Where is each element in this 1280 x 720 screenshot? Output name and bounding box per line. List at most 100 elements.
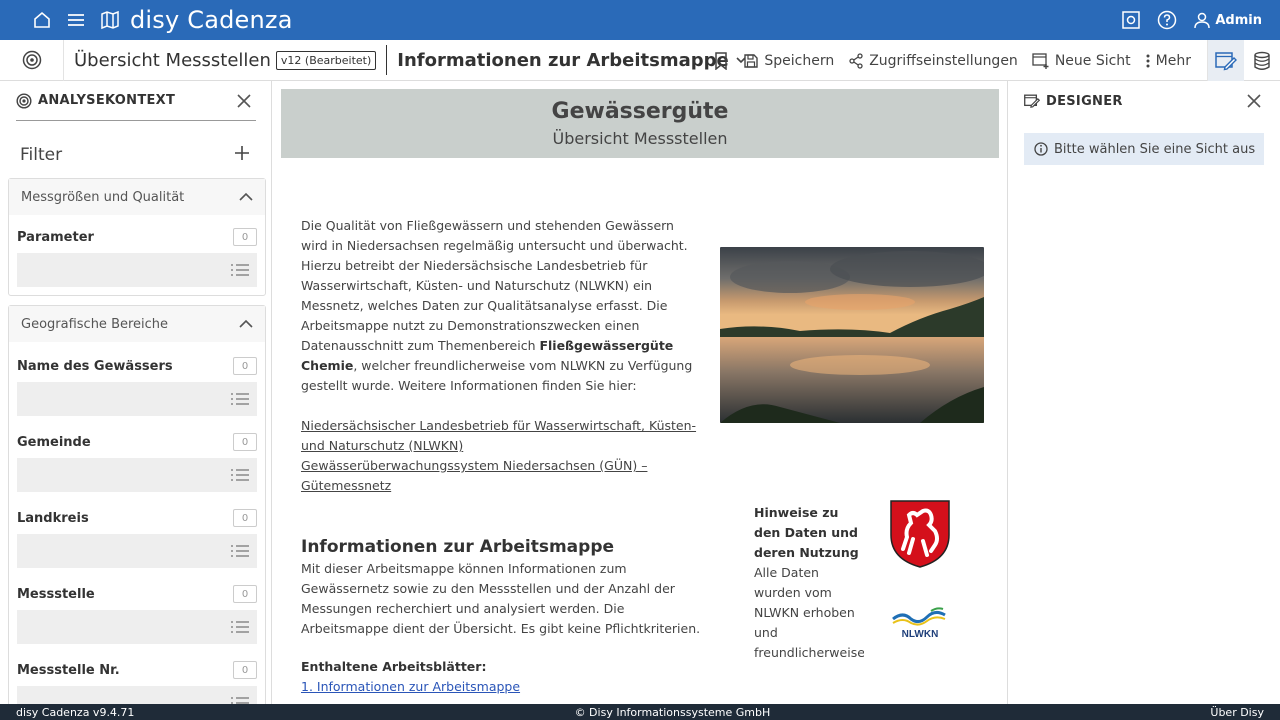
user-menu[interactable]: Admin bbox=[1193, 11, 1262, 29]
filter-label: Filter bbox=[20, 145, 63, 165]
filter-label: Messstelle Nr. bbox=[17, 662, 120, 678]
close-icon bbox=[1247, 94, 1261, 108]
filter-water-name: Name des Gewässers 0 bbox=[17, 356, 257, 416]
info-icon bbox=[1034, 142, 1048, 156]
workbook-title: Übersicht Messstellen bbox=[74, 49, 271, 71]
version-badge: v12 (Bearbeitet) bbox=[275, 50, 377, 70]
filter-group-title: Messgrößen und Qualität bbox=[21, 189, 185, 205]
help-icon[interactable] bbox=[1157, 10, 1177, 30]
designer-info-message: Bitte wählen Sie eine Sicht aus bbox=[1024, 133, 1264, 165]
access-settings-button[interactable]: Zugriffseinstellungen bbox=[848, 53, 1018, 69]
selection-count: 0 bbox=[233, 228, 257, 246]
filter-value-field[interactable] bbox=[17, 610, 257, 644]
gun-link[interactable]: Gewässerüberwachungssystem Niedersachsen… bbox=[301, 456, 701, 496]
edit-view-icon bbox=[1215, 51, 1237, 70]
top-bar: disy Cadenza Admin bbox=[0, 0, 1280, 40]
filter-value-field[interactable] bbox=[17, 253, 257, 287]
save-button[interactable]: Speichern bbox=[743, 53, 834, 69]
sheets-label: Enthaltene Arbeitsblätter: bbox=[301, 659, 487, 674]
section-heading: Informationen zur Arbeitsmappe bbox=[301, 537, 615, 557]
close-analysis-context-button[interactable] bbox=[236, 93, 252, 113]
save-label: Speichern bbox=[764, 52, 835, 69]
map-icon[interactable] bbox=[100, 10, 120, 30]
sheet-title: Informationen zur Arbeitsmappe bbox=[397, 49, 729, 71]
chevron-up-icon bbox=[239, 319, 253, 328]
top-right-controls: Admin bbox=[1121, 0, 1262, 40]
list-icon[interactable] bbox=[231, 392, 249, 406]
filter-label: Landkreis bbox=[17, 510, 89, 526]
filter-group-header[interactable]: Geografische Bereiche bbox=[9, 306, 265, 342]
lower-saxony-crest-logo bbox=[889, 499, 951, 573]
intro-paragraph-part2: , welcher freundlicherweise vom NLWKN zu… bbox=[301, 358, 693, 393]
nlwkn-logo: NLWKN bbox=[889, 605, 951, 645]
about-link[interactable]: Über Disy bbox=[1210, 706, 1264, 719]
filter-label: Name des Gewässers bbox=[17, 358, 173, 374]
user-label: Admin bbox=[1215, 12, 1262, 28]
analysis-context-title: ANALYSEKONTEXT bbox=[38, 93, 176, 108]
selection-count: 0 bbox=[233, 509, 257, 527]
more-button[interactable]: Mehr bbox=[1145, 53, 1191, 69]
footer: disy Cadenza v9.4.71 © Disy Informations… bbox=[0, 704, 1280, 720]
page-subtitle: Übersicht Messstellen bbox=[552, 129, 728, 148]
more-label: Mehr bbox=[1155, 52, 1191, 69]
filter-label: Gemeinde bbox=[17, 434, 91, 450]
list-icon[interactable] bbox=[231, 620, 249, 634]
sheet-title-dropdown[interactable]: Informationen zur Arbeitsmappe bbox=[397, 50, 746, 71]
footer-copyright: © Disy Informationssysteme GmbH bbox=[574, 705, 771, 719]
notes-title: Hinweise zu den Daten und deren Nutzung bbox=[754, 505, 859, 560]
header-banner: Gewässergüte Übersicht Messstellen bbox=[281, 89, 999, 158]
notes-text: Alle Daten wurden vom NLWKN erhoben und … bbox=[754, 565, 864, 669]
filter-value-field[interactable] bbox=[17, 686, 257, 704]
app-brand[interactable]: disy Cadenza bbox=[130, 6, 293, 34]
plus-icon bbox=[235, 146, 249, 160]
designer-panel: DESIGNER Bitte wählen Sie eine Sicht aus bbox=[1007, 81, 1280, 704]
filter-value-field[interactable] bbox=[17, 534, 257, 568]
filter-value-field[interactable] bbox=[17, 382, 257, 416]
more-icon bbox=[1146, 54, 1150, 67]
new-view-icon bbox=[1032, 52, 1049, 69]
user-icon bbox=[1194, 12, 1211, 29]
filter-label: Parameter bbox=[17, 229, 94, 245]
list-icon[interactable] bbox=[231, 696, 249, 704]
filter-parameter: Parameter 0 bbox=[17, 227, 257, 287]
designer-toggle[interactable] bbox=[1208, 40, 1244, 81]
access-settings-label: Zugriffseinstellungen bbox=[869, 52, 1018, 69]
filter-label: Messstelle bbox=[17, 586, 95, 602]
filter-value-field[interactable] bbox=[17, 458, 257, 492]
add-filter-button[interactable] bbox=[234, 145, 250, 165]
intro-text: Die Qualität von Fließgewässern und steh… bbox=[301, 216, 701, 496]
data-toggle[interactable] bbox=[1244, 40, 1280, 81]
nlwkn-link[interactable]: Niedersächsischer Landesbetrieb für Wass… bbox=[301, 416, 701, 456]
worksheet-canvas: Gewässergüte Übersicht Messstellen Die Q… bbox=[273, 81, 1007, 704]
sheet-link-1[interactable]: 1. Informationen zur Arbeitsmappe bbox=[301, 679, 520, 694]
chevron-up-icon bbox=[239, 192, 253, 201]
toolbar: Übersicht Messstellen v12 (Bearbeitet) I… bbox=[0, 39, 1280, 81]
designer-header: DESIGNER bbox=[1024, 81, 1266, 121]
filter-group-header[interactable]: Messgrößen und Qualität bbox=[9, 179, 265, 215]
page-title: Gewässergüte bbox=[551, 99, 729, 124]
designer-icon bbox=[1024, 94, 1040, 108]
list-icon[interactable] bbox=[231, 263, 249, 277]
database-icon bbox=[1254, 51, 1270, 70]
target-icon bbox=[16, 92, 32, 109]
new-view-button[interactable]: Neue Sicht bbox=[1032, 53, 1131, 69]
analysis-context-header: ANALYSEKONTEXT bbox=[16, 81, 256, 121]
list-icon[interactable] bbox=[231, 468, 249, 482]
home-icon[interactable] bbox=[32, 10, 52, 30]
selection-count: 0 bbox=[233, 661, 257, 679]
close-designer-button[interactable] bbox=[1246, 93, 1262, 113]
save-icon bbox=[744, 53, 759, 68]
filter-group-geography: Geografische Bereiche Name des Gewässers… bbox=[8, 305, 266, 704]
menu-icon[interactable] bbox=[66, 10, 86, 30]
lake-sunset-image bbox=[720, 247, 984, 423]
settings-icon[interactable] bbox=[1121, 10, 1141, 30]
designer-info-text: Bitte wählen Sie eine Sicht aus bbox=[1054, 141, 1256, 157]
panel-toggles bbox=[1207, 40, 1280, 81]
bookmark-button[interactable] bbox=[713, 51, 729, 70]
analysis-context-toggle[interactable] bbox=[0, 39, 64, 81]
bookmark-icon bbox=[715, 51, 728, 70]
filter-header: Filter bbox=[20, 145, 250, 165]
list-icon[interactable] bbox=[231, 544, 249, 558]
section-text: Mit dieser Arbeitsmappe können Informati… bbox=[301, 561, 701, 636]
share-icon bbox=[849, 52, 863, 69]
